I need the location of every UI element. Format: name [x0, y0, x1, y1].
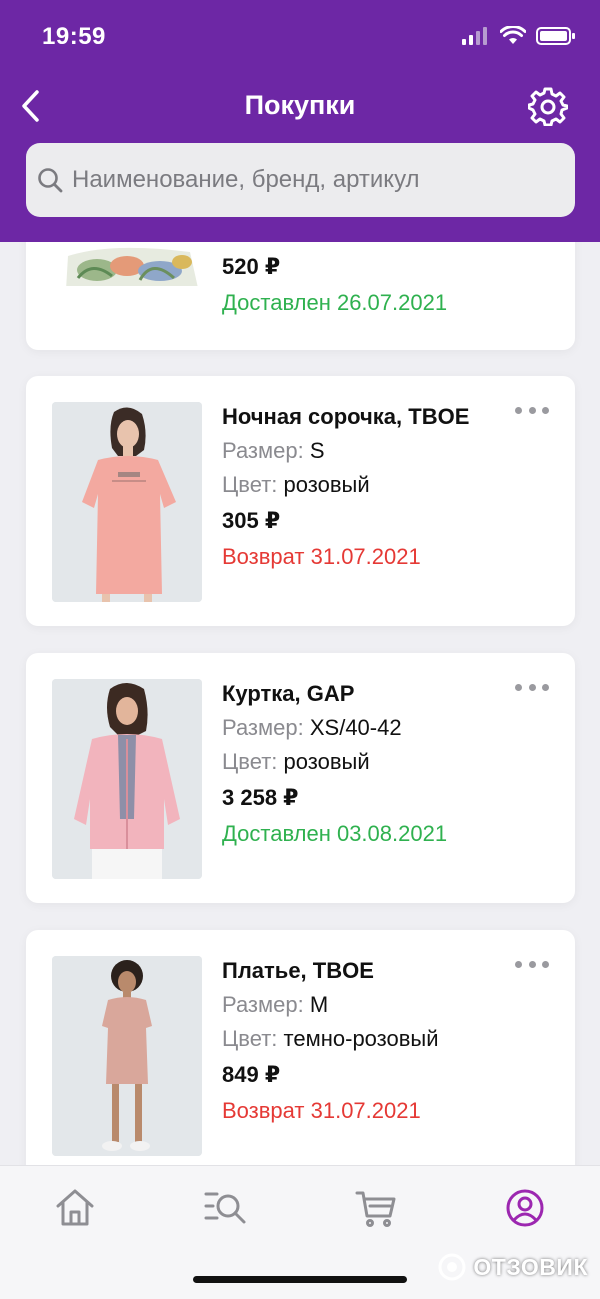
battery-icon [536, 27, 575, 45]
purchase-card[interactable]: Платье, TBOE Размер: M Цвет: темно-розов… [26, 930, 575, 1180]
search-input[interactable] [72, 166, 575, 194]
status-time: 19:59 [42, 23, 106, 50]
color-label: Цвет: [222, 1026, 278, 1051]
purchase-info: Ночная сорочка, TBOE Размер: S Цвет: роз… [222, 404, 469, 570]
color-row: Цвет: темно-розовый [222, 1026, 439, 1052]
wifi-icon [500, 26, 526, 44]
cellular-signal-icon [462, 27, 487, 45]
product-image [52, 956, 202, 1156]
purchase-card[interactable]: Ночная сорочка, TBOE Размер: S Цвет: роз… [26, 376, 575, 626]
profile-icon [506, 1189, 544, 1227]
more-dot [515, 960, 522, 968]
catalog-search-icon [204, 1192, 246, 1224]
purchase-info: Куртка, GAP Размер: XS/40-42 Цвет: розов… [222, 681, 447, 847]
tab-cart[interactable] [354, 1186, 398, 1230]
nightgown-photo [52, 402, 202, 602]
color-value: темно-розовый [283, 1026, 439, 1051]
product-title: Платье, TBOE [222, 958, 374, 983]
order-status: Возврат 31.07.2021 [222, 1098, 421, 1123]
size-value: M [309, 992, 329, 1017]
purchase-card[interactable]: Куртка, GAP Размер: XS/40-42 Цвет: розов… [26, 653, 575, 903]
tab-catalog[interactable] [203, 1186, 247, 1230]
purchase-info: Платье, TBOE Размер: M Цвет: темно-розов… [222, 958, 439, 1124]
nav-bar: Покупки [0, 72, 600, 140]
search-icon [38, 168, 63, 193]
price: 3 258 ₽ [222, 785, 299, 810]
color-label: Цвет: [222, 472, 278, 497]
color-row: Цвет: розовый [222, 749, 447, 775]
more-dot [528, 960, 536, 968]
more-dot [528, 683, 536, 691]
color-value: розовый [283, 749, 370, 774]
product-title: Куртка, GAP [222, 681, 355, 706]
settings-button[interactable] [527, 86, 569, 127]
more-options-button[interactable] [515, 400, 549, 420]
more-dot [515, 683, 522, 691]
price: 305 ₽ [222, 508, 281, 533]
status-bar: 19:59 [0, 0, 600, 72]
more-dot [528, 406, 536, 414]
size-label: Размер: [222, 992, 304, 1017]
more-dot [542, 406, 549, 414]
otzovik-logo-icon [438, 1253, 466, 1281]
size-row: Размер: M [222, 992, 439, 1018]
color-value: розовый [283, 472, 370, 497]
dress-photo [52, 956, 202, 1156]
color-row: Цвет: розовый [222, 472, 469, 498]
home-icon [56, 1189, 94, 1226]
more-options-button[interactable] [515, 677, 549, 697]
more-options-button[interactable] [515, 954, 549, 974]
product-title: Ночная сорочка, TBOE [222, 404, 470, 429]
more-dot [542, 683, 549, 691]
size-value: XS/40-42 [309, 715, 402, 740]
status-icons [462, 26, 576, 46]
watermark: ОТЗОВИК [437, 1252, 588, 1282]
more-dot [515, 406, 522, 414]
size-row: Размер: S [222, 438, 469, 464]
tab-home[interactable] [53, 1186, 97, 1230]
tab-profile[interactable] [503, 1186, 547, 1230]
watermark-text: ОТЗОВИК [473, 1253, 588, 1280]
more-dot [542, 960, 549, 968]
price: 520 ₽ [222, 254, 281, 279]
home-indicator[interactable] [193, 1276, 407, 1283]
jacket-photo [52, 679, 202, 879]
app-header: 19:59 Покупки [0, 0, 600, 242]
order-status: Доставлен 26.07.2021 [222, 290, 448, 315]
color-label: Цвет: [222, 749, 278, 774]
purchase-info: 520 ₽ Доставлен 26.07.2021 [222, 254, 447, 316]
price: 849 ₽ [222, 1062, 281, 1087]
size-label: Размер: [222, 438, 304, 463]
size-label: Размер: [222, 715, 304, 740]
product-image [52, 402, 202, 602]
size-row: Размер: XS/40-42 [222, 715, 447, 741]
size-value: S [309, 438, 325, 463]
page-title: Покупки [244, 90, 356, 120]
order-status: Доставлен 03.08.2021 [222, 821, 448, 846]
product-image [52, 679, 202, 879]
cart-icon [355, 1191, 396, 1227]
search-bar[interactable] [26, 143, 575, 217]
gear-icon [527, 87, 569, 127]
order-status: Возврат 31.07.2021 [222, 544, 421, 569]
